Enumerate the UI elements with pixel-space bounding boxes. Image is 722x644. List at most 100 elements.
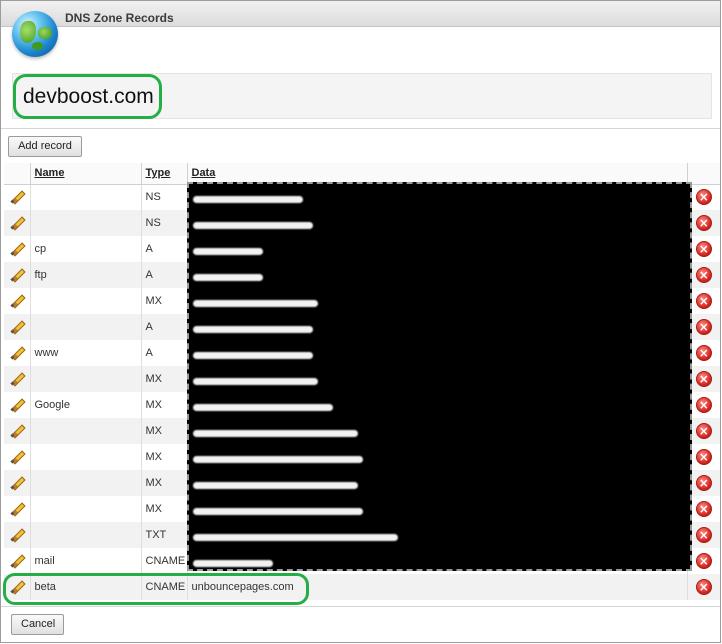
delete-icon[interactable]: × [695, 579, 712, 595]
record-name [30, 366, 142, 392]
delete-icon[interactable]: × [695, 553, 712, 569]
redaction-scribble [193, 300, 318, 307]
pencil-icon[interactable] [10, 554, 24, 568]
edit-cell[interactable] [4, 470, 31, 496]
pencil-icon[interactable] [10, 190, 24, 204]
edit-cell[interactable] [4, 444, 31, 470]
edit-cell[interactable] [4, 340, 31, 366]
edit-cell[interactable] [4, 288, 31, 314]
edit-cell[interactable] [4, 262, 31, 288]
delete-icon[interactable]: × [695, 423, 712, 439]
delete-icon[interactable]: × [695, 527, 712, 543]
header-name[interactable]: Name [30, 163, 142, 185]
redaction-scribble [193, 326, 313, 333]
globe-icon [12, 11, 58, 57]
redaction-scribble [193, 430, 358, 437]
add-record-button[interactable]: Add record [8, 136, 82, 157]
redaction-scribble [193, 378, 318, 385]
delete-icon[interactable]: × [695, 345, 712, 361]
pencil-icon[interactable] [10, 268, 24, 282]
domain-name: devboost.com [23, 85, 154, 108]
edit-cell[interactable] [4, 184, 31, 210]
redaction-scribble [193, 248, 263, 255]
record-name [30, 288, 142, 314]
edit-cell[interactable] [4, 496, 31, 522]
footer-divider [1, 606, 720, 607]
edit-cell[interactable] [4, 522, 31, 548]
pencil-icon[interactable] [10, 398, 24, 412]
record-type: NS [141, 210, 188, 236]
delete-icon[interactable]: × [695, 189, 712, 206]
record-type: TXT [141, 522, 188, 548]
delete-icon[interactable]: × [695, 501, 712, 517]
record-type: A [141, 262, 188, 288]
record-type: MX [141, 288, 188, 314]
delete-icon[interactable]: × [695, 371, 712, 387]
edit-cell[interactable] [4, 314, 31, 340]
window-title: DNS Zone Records [65, 11, 174, 25]
record-type: MX [141, 444, 188, 470]
table-header: Name Type Data [4, 163, 720, 185]
redaction-scribble [193, 508, 363, 515]
pencil-icon[interactable] [10, 528, 24, 542]
edit-cell[interactable] [4, 548, 31, 574]
record-type: NS [141, 184, 188, 210]
redaction-scribble [193, 196, 303, 203]
header-data: Data [187, 163, 688, 185]
record-data: unbouncepages.com [187, 574, 688, 600]
record-name [30, 470, 142, 496]
delete-icon[interactable]: × [695, 319, 712, 335]
record-name: ftp [30, 262, 142, 288]
record-name: cp [30, 236, 142, 262]
pencil-icon[interactable] [10, 294, 24, 308]
pencil-icon[interactable] [10, 242, 24, 256]
redaction-scribble [193, 560, 273, 567]
record-name [30, 184, 142, 210]
edit-cell[interactable] [4, 392, 31, 418]
redaction-scribble [193, 482, 358, 489]
pencil-icon[interactable] [10, 424, 24, 438]
record-type: MX [141, 496, 188, 522]
pencil-icon[interactable] [10, 580, 24, 594]
delete-icon[interactable]: × [695, 215, 712, 231]
pencil-icon[interactable] [10, 320, 24, 334]
record-type: A [141, 236, 188, 262]
redaction-scribble [193, 456, 363, 463]
redaction-scribble [193, 534, 398, 541]
redaction-scribble [193, 222, 313, 229]
delete-icon[interactable]: × [695, 293, 712, 309]
edit-cell[interactable] [4, 210, 31, 236]
record-type: MX [141, 392, 188, 418]
record-name [30, 418, 142, 444]
edit-cell[interactable] [4, 418, 31, 444]
record-type: A [141, 340, 188, 366]
header-type[interactable]: Type [141, 163, 188, 185]
edit-cell[interactable] [4, 574, 31, 600]
delete-icon[interactable]: × [695, 475, 712, 491]
pencil-icon[interactable] [10, 502, 24, 516]
record-type: MX [141, 366, 188, 392]
record-name [30, 522, 142, 548]
record-name: mail [30, 548, 142, 574]
delete-icon[interactable]: × [695, 241, 712, 257]
title-bar: DNS Zone Records [1, 1, 720, 27]
redaction-scribble [193, 352, 313, 359]
pencil-icon[interactable] [10, 476, 24, 490]
pencil-icon[interactable] [10, 216, 24, 230]
cancel-button[interactable]: Cancel [11, 614, 64, 635]
record-name [30, 210, 142, 236]
header-edit [4, 163, 31, 185]
pencil-icon[interactable] [10, 372, 24, 386]
delete-icon[interactable]: × [695, 449, 712, 465]
delete-cell[interactable]: × [687, 574, 720, 600]
redaction-scribble [193, 274, 263, 281]
edit-cell[interactable] [4, 366, 31, 392]
record-name: beta [30, 574, 142, 600]
delete-icon[interactable]: × [695, 397, 712, 413]
toolbar-divider [1, 128, 720, 129]
edit-cell[interactable] [4, 236, 31, 262]
pencil-icon[interactable] [10, 450, 24, 464]
pencil-icon[interactable] [10, 346, 24, 360]
delete-icon[interactable]: × [695, 267, 712, 283]
header-delete [687, 163, 720, 185]
